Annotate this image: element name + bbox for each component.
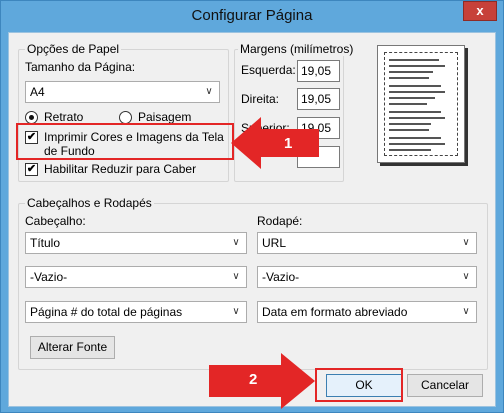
close-button[interactable]: x xyxy=(463,1,497,21)
dialog-body: Opções de Papel Tamanho da Página: A4 ∨ … xyxy=(8,32,496,407)
margin-left-label: Esquerda: xyxy=(241,63,296,77)
portrait-label: Retrato xyxy=(44,110,84,124)
header-select-3[interactable]: Página # do total de páginas ∨ xyxy=(25,301,247,323)
margin-right-label: Direita: xyxy=(241,92,280,106)
chevron-down-icon: ∨ xyxy=(232,306,240,317)
shrink-to-fit-checkbox[interactable]: ✔ xyxy=(25,163,38,176)
margins-legend: Margens (milímetros) xyxy=(238,42,356,56)
title-bar[interactable]: Configurar Página x xyxy=(1,1,503,33)
page-size-select[interactable]: A4 ∨ xyxy=(25,81,220,103)
dialog-title: Configurar Página xyxy=(191,7,313,24)
header-select-2-value: -Vazio- xyxy=(30,270,68,284)
footer-select-2[interactable]: -Vazio- ∨ xyxy=(257,266,477,288)
cancel-button[interactable]: Cancelar xyxy=(407,374,483,397)
shrink-to-fit-label: Habilitar Reduzir para Caber xyxy=(44,162,197,176)
change-font-button[interactable]: Alterar Fonte xyxy=(30,336,115,359)
highlight-box-print-background xyxy=(16,123,234,160)
step-2-number: 2 xyxy=(249,371,258,388)
chevron-down-icon: ∨ xyxy=(462,271,470,282)
footer-select-2-value: -Vazio- xyxy=(262,270,300,284)
footer-label: Rodapé: xyxy=(257,214,303,228)
footer-select-3[interactable]: Data em formato abreviado ∨ xyxy=(257,301,477,323)
paper-options-legend: Opções de Papel xyxy=(25,42,122,56)
highlight-box-ok xyxy=(315,368,403,402)
margin-left-input[interactable]: 19,05 xyxy=(297,60,340,82)
header-label: Cabeçalho: xyxy=(25,214,86,228)
preview-margin-outline xyxy=(384,52,458,156)
headers-footers-group: Cabeçalhos e Rodapés Cabeçalho: Rodapé: … xyxy=(18,196,488,370)
page-preview xyxy=(377,45,465,163)
chevron-down-icon: ∨ xyxy=(205,86,213,97)
arrow-2-icon xyxy=(209,353,315,409)
header-select-1-value: Título xyxy=(30,236,61,250)
step-1-number: 1 xyxy=(284,135,293,152)
chevron-down-icon: ∨ xyxy=(232,271,240,282)
chevron-down-icon: ∨ xyxy=(232,237,240,248)
header-select-1[interactable]: Título ∨ xyxy=(25,232,247,254)
footer-select-3-value: Data em formato abreviado xyxy=(262,305,408,319)
header-select-3-value: Página # do total de páginas xyxy=(30,305,183,319)
footer-select-1[interactable]: URL ∨ xyxy=(257,232,477,254)
margin-right-input[interactable]: 19,05 xyxy=(297,88,340,110)
page-size-label: Tamanho da Página: xyxy=(25,60,136,74)
footer-select-1-value: URL xyxy=(262,236,287,250)
arrow-1-icon xyxy=(231,117,319,169)
page-setup-dialog: Configurar Página x Opções de Papel Tama… xyxy=(0,0,504,413)
headers-footers-legend: Cabeçalhos e Rodapés xyxy=(25,196,154,210)
paper-options-group: Opções de Papel Tamanho da Página: A4 ∨ … xyxy=(18,42,229,182)
landscape-label: Paisagem xyxy=(138,110,192,124)
chevron-down-icon: ∨ xyxy=(462,237,470,248)
header-select-2[interactable]: -Vazio- ∨ xyxy=(25,266,247,288)
page-size-value: A4 xyxy=(30,85,45,99)
chevron-down-icon: ∨ xyxy=(462,306,470,317)
